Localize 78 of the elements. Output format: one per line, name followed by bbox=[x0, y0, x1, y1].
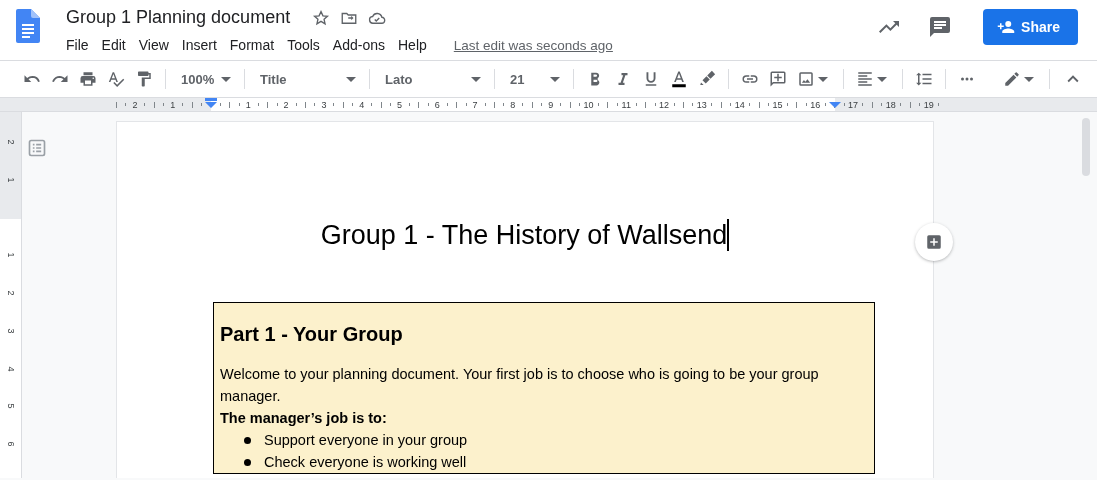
ruler-number: 7 bbox=[472, 99, 478, 110]
ruler-number: 6 bbox=[434, 99, 440, 110]
document-title[interactable]: Group 1 Planning document bbox=[66, 5, 297, 30]
ruler-number: 6 bbox=[5, 441, 16, 447]
intro-paragraph: Welcome to your planning document. Your first job is to choose who is going to be your group manager. bbox=[220, 365, 820, 406]
ruler-number: 2 bbox=[283, 99, 289, 110]
style-dropdown[interactable]: Title bbox=[252, 65, 362, 93]
line-spacing-icon[interactable] bbox=[915, 70, 933, 88]
menu-item[interactable]: Add-ons bbox=[332, 34, 392, 56]
text-color-icon[interactable] bbox=[670, 70, 688, 88]
ruler-number: 1 bbox=[5, 252, 16, 258]
ruler-number: 17 bbox=[848, 99, 859, 110]
list-item: Support everyone in your group bbox=[264, 431, 468, 450]
menu-item[interactable]: File bbox=[66, 34, 96, 56]
font-size-dropdown[interactable]: 21 bbox=[502, 65, 566, 93]
menu-item[interactable]: Insert bbox=[181, 34, 224, 56]
document-heading: Group 1 - The History of Wallsend bbox=[320, 219, 728, 252]
menu-item[interactable]: Help bbox=[398, 34, 434, 56]
font-dropdown[interactable]: Lato bbox=[377, 65, 487, 93]
last-edit-link[interactable]: Last edit was seconds ago bbox=[453, 37, 613, 53]
add-comment-icon[interactable] bbox=[769, 70, 787, 88]
ruler-number: 2 bbox=[5, 139, 16, 145]
caret-icon bbox=[550, 76, 560, 82]
ruler-number: 4 bbox=[5, 366, 16, 372]
bullet-icon bbox=[244, 458, 251, 466]
document-logo-icon[interactable] bbox=[16, 9, 40, 43]
ruler-number: 3 bbox=[321, 99, 327, 110]
ruler-number: 15 bbox=[772, 99, 783, 110]
print-icon[interactable] bbox=[79, 70, 97, 88]
ruler-number: 10 bbox=[583, 99, 594, 110]
add-comment-button[interactable] bbox=[915, 223, 953, 261]
ruler-number: 2 bbox=[132, 99, 138, 110]
ruler-number: 5 bbox=[396, 99, 402, 110]
share-button[interactable]: Share bbox=[983, 9, 1078, 45]
ruler-number: 5 bbox=[5, 403, 16, 409]
person-add-icon bbox=[997, 18, 1016, 36]
ruler-number: 2 bbox=[5, 290, 16, 296]
pencil-icon[interactable] bbox=[1003, 70, 1021, 88]
comment-icon[interactable] bbox=[928, 15, 953, 39]
bullet-icon bbox=[244, 436, 251, 444]
ruler-number: 1 bbox=[5, 177, 16, 183]
menu-item[interactable]: Format bbox=[229, 34, 282, 56]
star-icon[interactable] bbox=[312, 8, 331, 27]
ruler-number: 8 bbox=[510, 99, 516, 110]
caret-icon[interactable] bbox=[877, 76, 887, 82]
ruler-number: 1 bbox=[245, 99, 251, 110]
ruler-number: 1 bbox=[170, 99, 176, 110]
highlighter-icon[interactable] bbox=[698, 70, 716, 88]
caret-icon bbox=[346, 76, 356, 82]
ruler-number: 11 bbox=[621, 99, 631, 110]
text-cursor bbox=[727, 219, 730, 251]
caret-icon[interactable] bbox=[818, 76, 828, 82]
spellcheck-icon[interactable] bbox=[107, 70, 125, 88]
ruler-number: 9 bbox=[548, 99, 554, 110]
caret-icon bbox=[221, 76, 231, 82]
list-heading: The manager’s job is to: bbox=[220, 409, 388, 428]
ruler-number: 4 bbox=[359, 99, 365, 110]
section-heading: Part 1 - Your Group bbox=[220, 322, 404, 347]
zoom-dropdown[interactable]: 100% bbox=[173, 65, 237, 93]
ruler-number: 14 bbox=[734, 99, 745, 110]
ruler-number: 16 bbox=[810, 99, 821, 110]
align-left-icon[interactable] bbox=[856, 70, 874, 88]
left-indent-marker-icon[interactable] bbox=[205, 98, 217, 108]
ruler-number: 18 bbox=[885, 99, 896, 110]
list-item: Check everyone is working well bbox=[264, 453, 467, 472]
ruler-number: 19 bbox=[923, 99, 934, 110]
menu-item[interactable]: View bbox=[138, 34, 176, 56]
menu-item[interactable]: Tools bbox=[287, 34, 327, 56]
ruler-number: 12 bbox=[659, 99, 670, 110]
caret-icon[interactable] bbox=[1024, 76, 1034, 82]
paint-format-icon[interactable] bbox=[135, 70, 153, 88]
plus-comment-icon bbox=[925, 233, 943, 251]
caret-icon bbox=[471, 76, 481, 82]
menu-item[interactable]: Edit bbox=[101, 34, 133, 56]
image-icon[interactable] bbox=[797, 70, 815, 88]
ruler-number: 13 bbox=[696, 99, 707, 110]
scrollbar-thumb[interactable] bbox=[1082, 118, 1090, 176]
ruler-number: 3 bbox=[5, 328, 16, 334]
